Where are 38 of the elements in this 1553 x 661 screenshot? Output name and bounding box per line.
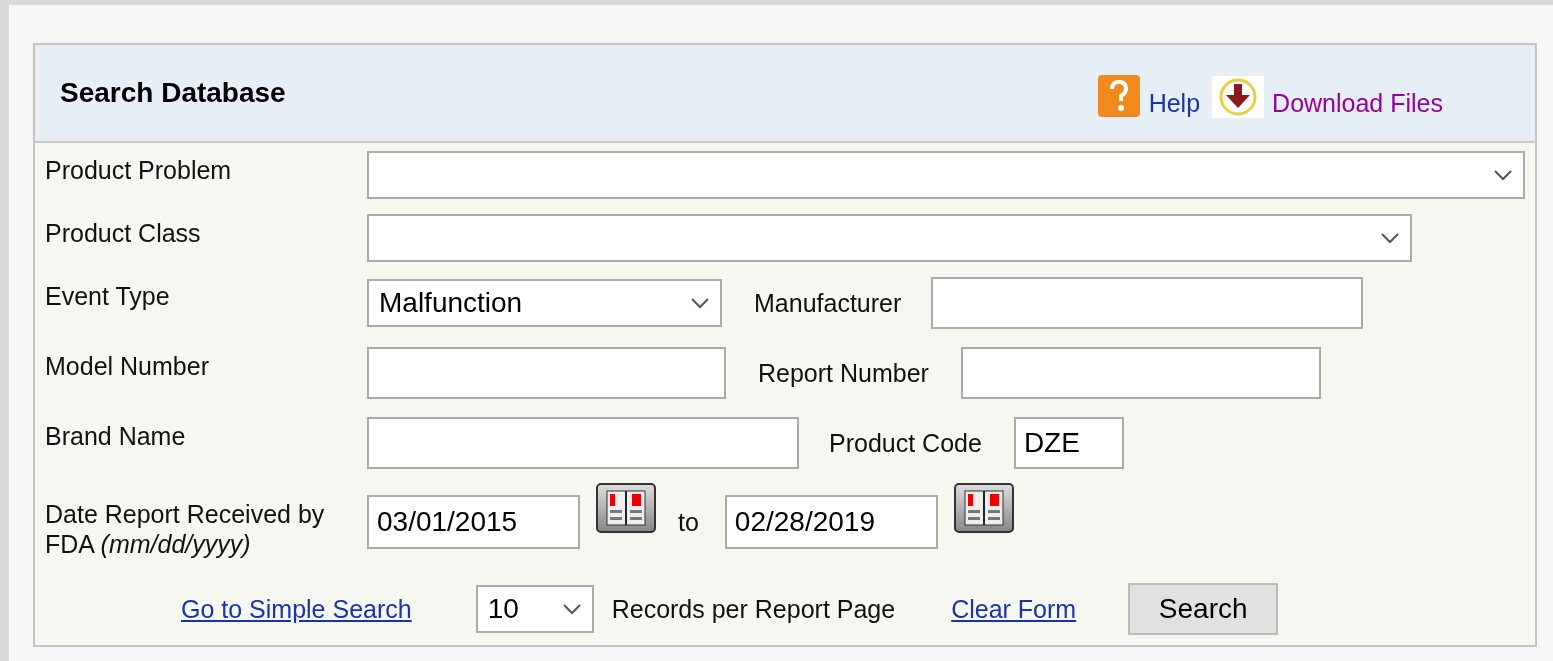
field-label: Brand Name [45, 421, 187, 451]
text-field[interactable] [960, 347, 1321, 399]
text-field[interactable] [367, 417, 799, 469]
date-field[interactable]: 02/28/2019 [724, 495, 938, 549]
field-label: Event Type [45, 281, 171, 311]
text-field[interactable] [367, 347, 726, 399]
field-label: Model Number [45, 351, 210, 381]
chevron-down-icon [690, 297, 710, 309]
date-field[interactable]: 03/01/2015 [367, 495, 580, 549]
search-button[interactable]: Search [1128, 583, 1279, 635]
field-label: Date Report Received by FDA (mm/dd/yyyy) [45, 499, 326, 559]
download-icon [1212, 76, 1265, 118]
text-field[interactable]: DZE [1013, 417, 1124, 469]
text-field[interactable] [931, 277, 1364, 329]
panel-title: Search Database [60, 77, 286, 109]
field-label: to [678, 507, 699, 537]
calendar-icon [963, 490, 1004, 526]
dropdown[interactable]: Malfunction [367, 279, 722, 327]
simple-search-link[interactable]: Go to Simple Search [181, 594, 412, 624]
download-link[interactable]: Download Files [1272, 89, 1443, 118]
records-label: Records per Report Page [611, 594, 896, 624]
field-label: Product Problem [45, 155, 233, 185]
dropdown[interactable] [367, 151, 1525, 199]
field-label: Product Code [829, 428, 982, 458]
calendar-button[interactable] [953, 483, 1014, 533]
help-link[interactable]: Help [1148, 89, 1201, 118]
calendar-icon [606, 490, 646, 526]
chevron-down-icon [1493, 169, 1513, 181]
field-label: Product Class [45, 218, 202, 248]
clear-form-link[interactable]: Clear Form [951, 594, 1077, 624]
help-icon [1096, 74, 1141, 118]
field-label: Report Number [758, 358, 929, 388]
field-label: Manufacturer [754, 288, 902, 318]
records-dropdown[interactable]: 10 [475, 585, 594, 633]
chevron-down-icon [561, 603, 582, 615]
chevron-down-icon [1380, 232, 1400, 244]
dropdown[interactable] [367, 214, 1412, 262]
calendar-button[interactable] [596, 483, 656, 533]
